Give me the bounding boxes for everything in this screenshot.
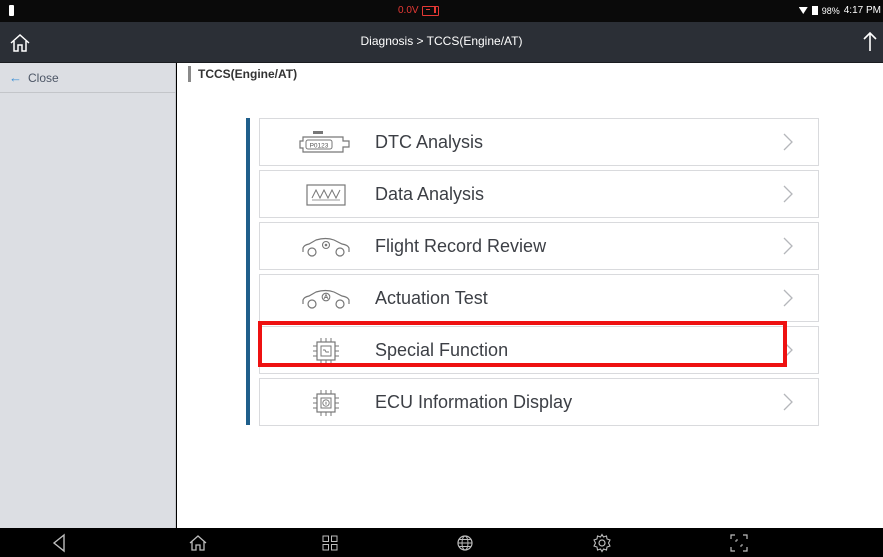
chevron-right-icon: [783, 237, 793, 255]
settings-button[interactable]: [590, 532, 614, 554]
home-icon: [189, 535, 207, 551]
android-nav-bar: [0, 528, 883, 557]
chevron-right-icon: [783, 185, 793, 203]
close-label: Close: [28, 70, 59, 85]
settings-icon: [593, 533, 611, 553]
back-icon: [52, 533, 65, 553]
menu-item-special-function[interactable]: Special Function: [259, 326, 819, 374]
chevron-right-icon: [783, 289, 793, 307]
section-marker: [188, 66, 191, 82]
browser-icon: [457, 535, 473, 551]
title-bar: Diagnosis > TCCS(Engine/AT): [0, 22, 883, 63]
notification-icon: [9, 5, 14, 16]
svg-text:P0123: P0123: [310, 143, 329, 150]
section-title: TCCS(Engine/AT): [198, 67, 298, 81]
page-title: Diagnosis > TCCS(Engine/AT): [360, 34, 523, 48]
upload-arrow-icon: [863, 31, 877, 51]
battery-percent: 98%: [821, 5, 840, 16]
menu-label: DTC Analysis: [375, 132, 484, 152]
menu-item-dtc-analysis[interactable]: P0123 DTC Analysis: [259, 118, 819, 166]
back-arrow-icon: ←: [9, 70, 22, 85]
recent-apps-button[interactable]: [318, 532, 342, 554]
nav-home-button[interactable]: [186, 532, 210, 554]
upload-button[interactable]: [859, 28, 881, 56]
menu-label: Actuation Test: [375, 288, 488, 308]
clock: 4:17 PM: [843, 5, 881, 16]
status-right: 98% 4:17 PM: [798, 5, 881, 16]
wifi-icon: [798, 7, 808, 14]
car-record-icon: [298, 233, 354, 261]
function-menu: P0123 DTC Analysis Data Analysis Flight …: [259, 118, 819, 430]
chevron-right-icon: [783, 341, 793, 359]
menu-item-ecu-information-display[interactable]: ECU Information Display: [259, 378, 819, 426]
menu-accent-bar: [246, 118, 250, 425]
menu-label: Flight Record Review: [375, 236, 547, 256]
car-battery-icon: [421, 5, 439, 16]
signal-icon: [811, 6, 818, 15]
car-actuation-icon: [298, 285, 354, 313]
menu-label: Special Function: [375, 340, 509, 360]
chevron-right-icon: [783, 393, 793, 411]
status-bar: 0.0V 98% 4:17 PM: [0, 0, 883, 22]
recent-apps-icon: [322, 535, 338, 551]
voltage-value: 0.0V: [398, 5, 419, 16]
menu-label: Data Analysis: [375, 184, 485, 204]
chip-function-icon: [298, 337, 354, 365]
waveform-icon: [298, 181, 354, 209]
browser-button[interactable]: [453, 532, 477, 554]
dtc-code-icon: P0123: [298, 129, 354, 157]
menu-item-actuation-test[interactable]: Actuation Test: [259, 274, 819, 322]
close-button[interactable]: ← Close: [0, 63, 176, 93]
menu-label: ECU Information Display: [375, 392, 573, 412]
menu-item-flight-record-review[interactable]: Flight Record Review: [259, 222, 819, 270]
menu-item-data-analysis[interactable]: Data Analysis: [259, 170, 819, 218]
chip-info-icon: [298, 389, 354, 417]
main-content: TCCS(Engine/AT) P0123 DTC Analysis Data …: [177, 63, 883, 528]
section-header: TCCS(Engine/AT): [188, 66, 297, 82]
sidebar: ← Close: [0, 63, 176, 528]
voltage-indicator: 0.0V: [398, 5, 439, 16]
back-button[interactable]: [47, 532, 71, 554]
screenshot-icon: [730, 534, 748, 552]
chevron-right-icon: [783, 133, 793, 151]
screenshot-button[interactable]: [727, 532, 751, 554]
